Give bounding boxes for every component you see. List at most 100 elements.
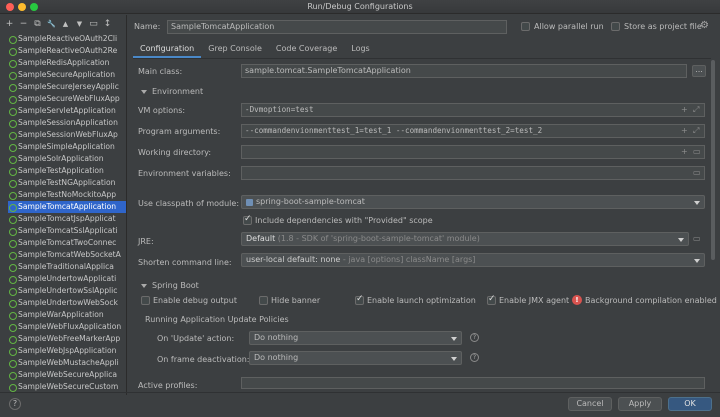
- help-button[interactable]: ?: [9, 398, 21, 410]
- minimize-window-icon[interactable]: [18, 3, 26, 11]
- program-arguments-input[interactable]: --commandenvionmenttest_1=test_1 --comma…: [241, 124, 705, 138]
- tree-item[interactable]: SampleWebFluxApplication: [8, 321, 126, 333]
- tree-item[interactable]: SampleSessionApplication: [8, 117, 126, 129]
- hide-banner-checkbox[interactable]: [259, 296, 268, 305]
- spring-boot-icon: [8, 95, 17, 104]
- tab-grep-console[interactable]: Grep Console: [201, 41, 269, 58]
- help-icon[interactable]: ?: [470, 353, 479, 362]
- tree-item[interactable]: SampleTomcatSslApplicati: [8, 225, 126, 237]
- jre-select[interactable]: Default (1.8 - SDK of 'spring-boot-sampl…: [241, 232, 689, 246]
- tree-item[interactable]: SampleWebMustacheAppli: [8, 357, 126, 369]
- spring-boot-icon: [8, 275, 17, 284]
- folder-icon[interactable]: ▭: [693, 147, 701, 156]
- resize-field-icon[interactable]: ⤢: [693, 105, 699, 115]
- tree-item[interactable]: SampleSessionWebFluxAp: [8, 129, 126, 141]
- ok-button[interactable]: OK: [668, 397, 712, 411]
- footer-divider: [0, 392, 720, 393]
- environment-section[interactable]: Environment: [141, 87, 203, 96]
- include-provided-checkbox[interactable]: [243, 214, 252, 225]
- tree-item[interactable]: SampleUndertowApplicati: [8, 273, 126, 285]
- tree-item[interactable]: SampleReactiveOAuth2Cli: [8, 33, 126, 45]
- folder-icon[interactable]: ▭: [89, 19, 98, 29]
- tree-item[interactable]: SampleServletApplication: [8, 105, 126, 117]
- tree-item[interactable]: SampleSecureApplication: [8, 69, 126, 81]
- tree-item[interactable]: SampleReactiveOAuth2Re: [8, 45, 126, 57]
- spring-boot-icon: [8, 35, 17, 44]
- hide-banner-label: Hide banner: [271, 296, 321, 305]
- copy-icon[interactable]: ⧉: [33, 19, 42, 29]
- active-profiles-input[interactable]: [241, 377, 705, 389]
- tab-configuration[interactable]: Configuration: [133, 41, 202, 58]
- zoom-window-icon[interactable]: [30, 3, 38, 11]
- move-down-icon[interactable]: ▼: [75, 20, 84, 28]
- tree-item[interactable]: SampleSolrApplication: [8, 153, 126, 165]
- edit-env-vars-icon[interactable]: ▭: [693, 168, 701, 177]
- enable-jmx-agent-checkbox[interactable]: [487, 294, 496, 305]
- working-directory-input[interactable]: [241, 145, 705, 159]
- on-frame-deactivation-select[interactable]: Do nothing: [249, 351, 462, 365]
- tree-item[interactable]: SampleRedisApplication: [8, 57, 126, 69]
- wrench-icon[interactable]: 🔧: [47, 20, 56, 28]
- help-icon[interactable]: ?: [470, 333, 479, 342]
- spring-boot-icon: [8, 251, 17, 260]
- name-input[interactable]: SampleTomcatApplication: [167, 20, 507, 34]
- tree-item[interactable]: SampleWebJspApplication: [8, 345, 126, 357]
- vm-options-input[interactable]: -Dvmoption=test: [241, 103, 705, 117]
- tree-item[interactable]: SampleWebSecureApplica: [8, 369, 126, 381]
- tree-item[interactable]: SampleWebFreeMarkerApp: [8, 333, 126, 345]
- tree-item[interactable]: SampleTraditionalApplica: [8, 261, 126, 273]
- title-bar: Run/Debug Configurations: [0, 0, 720, 14]
- apply-button[interactable]: Apply: [618, 397, 662, 411]
- cancel-button[interactable]: Cancel: [568, 397, 612, 411]
- tree-item[interactable]: SampleSecureJerseyApplic: [8, 81, 126, 93]
- tree-item-selected[interactable]: SampleTomcatApplication: [8, 201, 126, 213]
- store-as-project-file-checkbox[interactable]: [611, 22, 620, 31]
- spring-boot-icon: [8, 131, 17, 140]
- folder-icon[interactable]: ▭: [693, 234, 701, 243]
- tree-item[interactable]: SampleTomcatJspApplicat: [8, 213, 126, 225]
- expand-field-icon[interactable]: +: [681, 147, 688, 156]
- tree-item[interactable]: SampleSimpleApplication: [8, 141, 126, 153]
- tree-item[interactable]: SampleWarApplication: [8, 309, 126, 321]
- close-window-icon[interactable]: [6, 3, 14, 11]
- spring-boot-icon: [8, 191, 17, 200]
- resize-field-icon[interactable]: ⤢: [693, 126, 699, 136]
- tree-item[interactable]: SampleTomcatWebSocketA: [8, 249, 126, 261]
- sort-icon[interactable]: ↕: [103, 19, 112, 29]
- scrollbar-thumb[interactable]: [711, 60, 715, 260]
- on-frame-deactivation-label: On frame deactivation:: [157, 355, 250, 364]
- tab-logs[interactable]: Logs: [344, 41, 376, 58]
- config-tabs: Configuration Grep Console Code Coverage…: [133, 41, 377, 58]
- tree-item[interactable]: SampleTestNGApplication: [8, 177, 126, 189]
- browse-main-class-button[interactable]: ...: [692, 65, 706, 77]
- tree-item[interactable]: SampleUndertowWebSock: [8, 297, 126, 309]
- spring-boot-icon: [8, 335, 17, 344]
- remove-icon[interactable]: −: [19, 19, 28, 29]
- tree-item[interactable]: SampleTestApplication: [8, 165, 126, 177]
- window-title: Run/Debug Configurations: [307, 2, 413, 11]
- environment-variables-input[interactable]: [241, 166, 705, 180]
- move-up-icon[interactable]: ▲: [61, 20, 70, 28]
- expand-field-icon[interactable]: +: [681, 126, 688, 135]
- classpath-module-select[interactable]: spring-boot-sample-tomcat: [241, 195, 705, 209]
- main-class-input[interactable]: sample.tomcat.SampleTomcatApplication: [241, 64, 687, 78]
- tab-code-coverage[interactable]: Code Coverage: [269, 41, 344, 58]
- active-profiles-label: Active profiles:: [138, 381, 198, 390]
- tree-item[interactable]: SampleTestNoMockitoApp: [8, 189, 126, 201]
- spring-boot-section[interactable]: Spring Boot: [141, 281, 199, 290]
- allow-parallel-run-checkbox[interactable]: [521, 22, 530, 31]
- add-icon[interactable]: +: [5, 19, 14, 29]
- enable-debug-output-checkbox[interactable]: [141, 296, 150, 305]
- tree-item[interactable]: SampleUndertowSslApplic: [8, 285, 126, 297]
- error-icon: !: [572, 295, 582, 305]
- enable-launch-optimization-checkbox[interactable]: [355, 294, 364, 305]
- tree-item[interactable]: SampleSecureWebFluxApp: [8, 93, 126, 105]
- expand-field-icon[interactable]: +: [681, 105, 688, 114]
- shorten-command-line-label: Shorten command line:: [138, 258, 232, 267]
- gear-icon[interactable]: ⚙: [700, 20, 709, 31]
- tree-item[interactable]: SampleTomcatTwoConnec: [8, 237, 126, 249]
- panel-splitter[interactable]: [126, 15, 127, 395]
- allow-parallel-run-label: Allow parallel run: [534, 22, 604, 31]
- on-update-select[interactable]: Do nothing: [249, 331, 462, 345]
- shorten-command-line-select[interactable]: user-local default: none - java [options…: [241, 253, 705, 267]
